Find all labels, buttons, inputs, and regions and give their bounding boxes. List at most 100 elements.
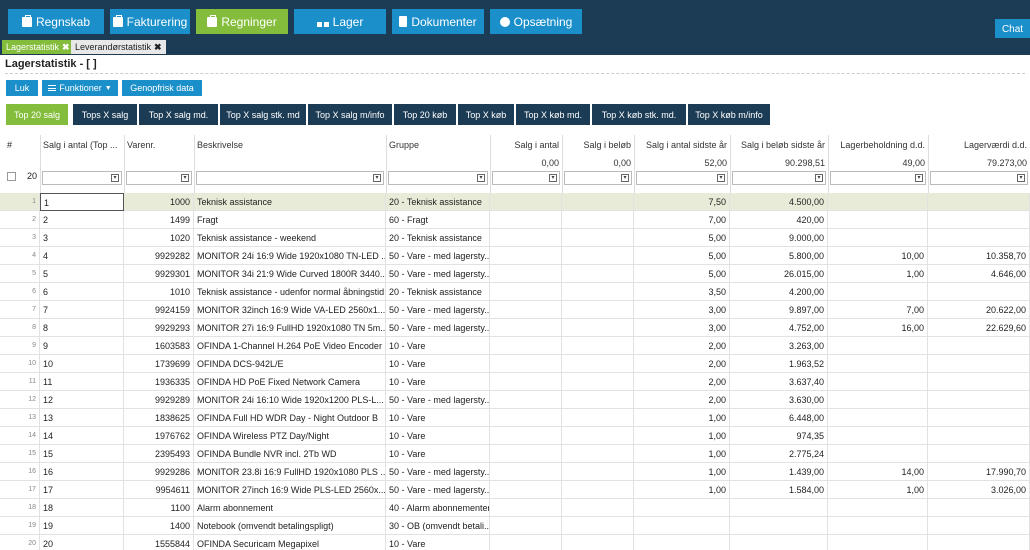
table-cell[interactable]: MONITOR 24i 16:10 Wide 1920x1200 PLS-L..… bbox=[194, 391, 386, 409]
table-cell[interactable]: OFINDA 1-Channel H.264 PoE Video Encoder bbox=[194, 337, 386, 355]
table-cell[interactable]: 10 - Vare bbox=[386, 535, 490, 550]
table-cell[interactable]: 9924159 bbox=[124, 301, 194, 319]
table-cell[interactable]: 1.584,00 bbox=[730, 481, 828, 499]
table-cell[interactable]: 7,00 bbox=[634, 211, 730, 229]
table-cell[interactable]: Teknisk assistance - udenfor normal åbni… bbox=[194, 283, 386, 301]
table-row[interactable]: 17 17 9954611 MONITOR 27inch 16:9 Wide PLS-… bbox=[0, 481, 1030, 499]
table-cell[interactable] bbox=[490, 283, 562, 301]
table-cell[interactable]: 1020 bbox=[124, 229, 194, 247]
report-tab[interactable]: Top X salg md. bbox=[139, 104, 218, 125]
table-cell[interactable]: 5,00 bbox=[634, 247, 730, 265]
table-cell[interactable] bbox=[490, 535, 562, 550]
table-row[interactable]: 5 5 9929301 MONITOR 34i 21:9 Wide Curved 18… bbox=[0, 265, 1030, 283]
column-header[interactable]: Salg i beløb sidste år bbox=[733, 140, 825, 150]
table-row[interactable]: 20 20 1555844 OFINDA Securicam Megapixel 10 … bbox=[0, 535, 1030, 550]
table-cell[interactable]: 12 bbox=[40, 391, 124, 409]
table-cell[interactable]: 40 - Alarm abonnementer bbox=[386, 499, 490, 517]
filter-dropdown-icon[interactable]: ▾ bbox=[717, 174, 725, 182]
table-cell[interactable]: 10 bbox=[40, 355, 124, 373]
table-cell[interactable]: 1,00 bbox=[634, 427, 730, 445]
table-cell[interactable]: 1,00 bbox=[634, 445, 730, 463]
table-cell[interactable]: 1,00 bbox=[634, 409, 730, 427]
table-cell[interactable]: 3.630,00 bbox=[730, 391, 828, 409]
table-cell[interactable] bbox=[928, 337, 1030, 355]
nav-opsaetning[interactable]: Opsætning bbox=[490, 9, 582, 34]
table-cell[interactable]: Fragt bbox=[194, 211, 386, 229]
table-cell[interactable]: 26.015,00 bbox=[730, 265, 828, 283]
table-cell[interactable]: 16,00 bbox=[828, 319, 928, 337]
table-cell[interactable] bbox=[490, 409, 562, 427]
table-cell[interactable]: 5,00 bbox=[634, 229, 730, 247]
table-cell[interactable] bbox=[490, 247, 562, 265]
table-cell[interactable]: 60 - Fragt bbox=[386, 211, 490, 229]
table-cell[interactable] bbox=[562, 355, 634, 373]
close-button[interactable]: Luk bbox=[6, 80, 38, 96]
table-cell[interactable] bbox=[490, 319, 562, 337]
table-cell[interactable]: 17 bbox=[40, 481, 124, 499]
table-cell[interactable] bbox=[490, 427, 562, 445]
table-cell[interactable] bbox=[928, 535, 1030, 550]
table-cell[interactable]: 3.263,00 bbox=[730, 337, 828, 355]
table-cell[interactable] bbox=[490, 481, 562, 499]
table-cell[interactable]: 10,00 bbox=[828, 247, 928, 265]
column-filter[interactable]: ▾ bbox=[636, 171, 728, 185]
table-cell[interactable] bbox=[562, 373, 634, 391]
column-header[interactable]: Lagerværdi d.d. bbox=[931, 140, 1027, 150]
table-cell[interactable] bbox=[634, 499, 730, 517]
table-cell[interactable]: 3.026,00 bbox=[928, 481, 1030, 499]
table-cell[interactable]: 15 bbox=[40, 445, 124, 463]
column-filter[interactable]: ▾ bbox=[732, 171, 826, 185]
table-row[interactable]: 18 18 1100 Alarm abonnement 40 - Alarm abonn… bbox=[0, 499, 1030, 517]
table-cell[interactable] bbox=[490, 445, 562, 463]
table-cell[interactable]: 13 bbox=[40, 409, 124, 427]
filter-dropdown-icon[interactable]: ▾ bbox=[915, 174, 923, 182]
table-cell[interactable] bbox=[562, 247, 634, 265]
table-cell[interactable] bbox=[730, 535, 828, 550]
table-cell[interactable] bbox=[928, 229, 1030, 247]
table-cell[interactable]: 50 - Vare - med lagersty... bbox=[386, 301, 490, 319]
table-row[interactable]: 15 15 2395493 OFINDA Bundle NVR incl. 2Tb W… bbox=[0, 445, 1030, 463]
table-cell[interactable] bbox=[928, 427, 1030, 445]
table-cell[interactable]: Teknisk assistance bbox=[194, 193, 386, 211]
table-cell[interactable]: 4 bbox=[40, 247, 124, 265]
table-cell[interactable] bbox=[828, 337, 928, 355]
table-cell[interactable]: 50 - Vare - med lagersty... bbox=[386, 463, 490, 481]
filter-dropdown-icon[interactable]: ▾ bbox=[477, 174, 485, 182]
table-cell[interactable]: 9929286 bbox=[124, 463, 194, 481]
table-cell[interactable]: 10.358,70 bbox=[928, 247, 1030, 265]
report-tab[interactable]: Tops X salg bbox=[73, 104, 137, 125]
filter-dropdown-icon[interactable]: ▾ bbox=[815, 174, 823, 182]
table-cell[interactable]: 30 - OB (omvendt betali... bbox=[386, 517, 490, 535]
column-filter[interactable]: ▾ bbox=[126, 171, 192, 185]
report-tab[interactable]: Top X salg m/info bbox=[308, 104, 392, 125]
report-tab[interactable]: Top 20 køb bbox=[394, 104, 456, 125]
table-cell[interactable]: MONITOR 23.8i 16:9 FullHD 1920x1080 PLS … bbox=[194, 463, 386, 481]
table-cell[interactable]: 1010 bbox=[124, 283, 194, 301]
table-cell[interactable] bbox=[828, 283, 928, 301]
table-row[interactable]: 8 8 9929293 MONITOR 27i 16:9 FullHD 1920x10… bbox=[0, 319, 1030, 337]
column-header[interactable]: Salg i antal sidste år bbox=[637, 140, 727, 150]
column-header[interactable]: Salg i antal bbox=[493, 140, 559, 150]
column-header[interactable]: Beskrivelse bbox=[197, 140, 383, 150]
nav-lager[interactable]: Lager bbox=[294, 9, 386, 34]
table-cell[interactable]: 1.439,00 bbox=[730, 463, 828, 481]
column-filter[interactable]: ▾ bbox=[564, 171, 632, 185]
table-row[interactable]: 3 3 1020 Teknisk assistance - weekend 20 - T… bbox=[0, 229, 1030, 247]
report-tab[interactable]: Top X køb m/info bbox=[688, 104, 770, 125]
table-cell[interactable] bbox=[562, 427, 634, 445]
table-cell[interactable]: 4.752,00 bbox=[730, 319, 828, 337]
table-cell[interactable] bbox=[928, 211, 1030, 229]
table-cell[interactable]: 4.500,00 bbox=[730, 193, 828, 211]
table-row[interactable]: 7 7 9924159 MONITOR 32inch 16:9 Wide VA-LED… bbox=[0, 301, 1030, 319]
table-cell[interactable] bbox=[928, 373, 1030, 391]
table-cell[interactable] bbox=[928, 517, 1030, 535]
table-cell[interactable]: 20 - Teknisk assistance bbox=[386, 283, 490, 301]
table-cell[interactable]: 1000 bbox=[124, 193, 194, 211]
table-cell[interactable]: 1,00 bbox=[634, 481, 730, 499]
table-cell[interactable] bbox=[490, 373, 562, 391]
table-cell[interactable] bbox=[634, 517, 730, 535]
table-cell[interactable]: Teknisk assistance - weekend bbox=[194, 229, 386, 247]
table-cell[interactable]: 7,00 bbox=[828, 301, 928, 319]
table-cell[interactable]: 2,00 bbox=[634, 355, 730, 373]
table-cell[interactable]: 1 bbox=[40, 193, 124, 211]
